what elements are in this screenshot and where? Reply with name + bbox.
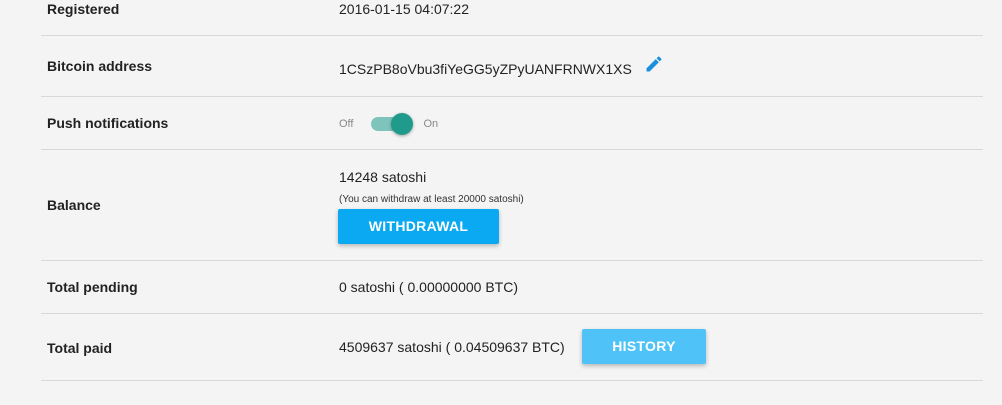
push-notifications-row: Push notifications Off On: [41, 97, 983, 150]
push-notifications-toggle[interactable]: [371, 112, 414, 136]
cut-off-link-row: [41, 381, 983, 405]
balance-row: Balance 14248 satoshi (You can withdraw …: [41, 150, 983, 261]
registered-row: Registered 2016-01-15 04:07:22: [41, 0, 983, 36]
toggle-off-label: Off: [339, 118, 354, 130]
balance-amount: 14248 satoshi: [339, 169, 427, 185]
total-paid-value: 4509637 satoshi ( 0.04509637 BTC): [339, 339, 565, 355]
registered-label: Registered: [47, 1, 120, 17]
withdrawal-button[interactable]: WITHDRAWAL: [338, 209, 499, 244]
total-pending-value: 0 satoshi ( 0.00000000 BTC): [339, 279, 518, 295]
pencil-icon[interactable]: [644, 54, 664, 74]
balance-withdraw-note: (You can withdraw at least 20000 satoshi…: [339, 194, 524, 205]
account-info-table: Registered 2016-01-15 04:07:22 Bitcoin a…: [41, 0, 983, 405]
bitcoin-address-row: Bitcoin address 1CSzPB8oVbu3fiYeGG5yZPyU…: [41, 36, 983, 97]
bitcoin-address-value: 1CSzPB8oVbu3fiYeGG5yZPyUANFRNWX1XS: [339, 61, 632, 77]
total-pending-row: Total pending 0 satoshi ( 0.00000000 BTC…: [41, 261, 983, 314]
toggle-on-label: On: [423, 118, 439, 130]
registered-value: 2016-01-15 04:07:22: [339, 1, 469, 17]
push-notifications-label: Push notifications: [47, 115, 169, 131]
history-button[interactable]: HISTORY: [582, 329, 706, 364]
push-toggle-group: Off On: [339, 112, 438, 136]
total-paid-row: Total paid 4509637 satoshi ( 0.04509637 …: [41, 314, 983, 381]
balance-label: Balance: [47, 197, 101, 213]
total-paid-label: Total paid: [47, 340, 113, 356]
toggle-knob[interactable]: [391, 113, 414, 135]
total-pending-label: Total pending: [47, 279, 138, 295]
bitcoin-address-label: Bitcoin address: [47, 58, 153, 74]
